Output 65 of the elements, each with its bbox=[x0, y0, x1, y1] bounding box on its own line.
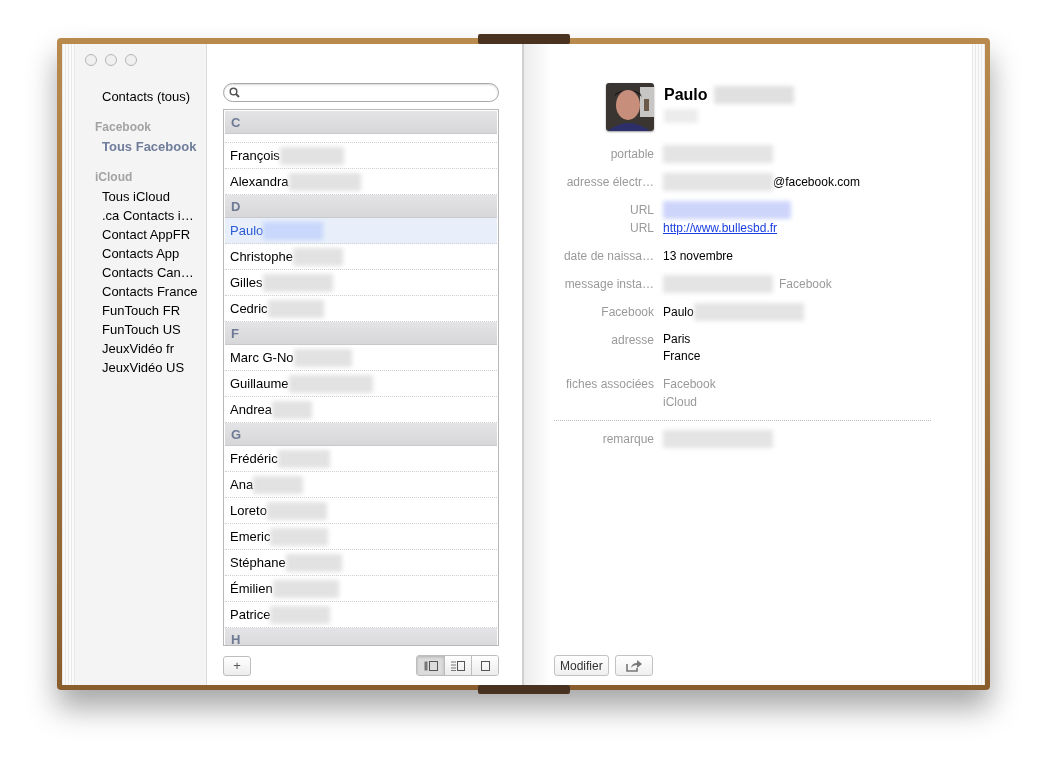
field-value: France bbox=[663, 348, 701, 365]
layout-icon bbox=[478, 660, 492, 671]
view-mode-button[interactable] bbox=[471, 656, 498, 675]
blurred-text bbox=[253, 475, 304, 494]
field-value: Facebook bbox=[663, 376, 716, 393]
sidebar-item[interactable]: Contacts App bbox=[75, 244, 206, 263]
view-mode-button[interactable] bbox=[444, 656, 471, 675]
sidebar-item[interactable]: Contacts France bbox=[75, 282, 206, 301]
blurred-text bbox=[262, 273, 333, 292]
blurred-text bbox=[263, 221, 324, 240]
blurred-text bbox=[292, 247, 343, 266]
blurred-text bbox=[270, 527, 329, 546]
section-header: G bbox=[225, 423, 497, 446]
add-button[interactable]: + bbox=[223, 655, 251, 676]
field-label: Facebook bbox=[600, 304, 654, 321]
blurred-text bbox=[279, 146, 344, 165]
sidebar-item[interactable]: Contact AppFR bbox=[75, 225, 206, 244]
sidebar-item[interactable]: Tous iCloud bbox=[75, 187, 206, 206]
field-label: message insta… bbox=[563, 276, 654, 293]
share-button[interactable] bbox=[614, 655, 653, 676]
edit-button[interactable]: Modifier bbox=[554, 655, 609, 676]
sidebar-item[interactable]: Tous Facebook bbox=[75, 137, 206, 156]
blurred-text bbox=[267, 299, 324, 318]
sidebar-heading: Facebook bbox=[94, 119, 152, 136]
sidebar-item[interactable]: Contacts (tous) bbox=[75, 87, 206, 106]
sidebar-item[interactable]: .ca Contacts i… bbox=[75, 206, 206, 225]
contact-name: Paulo bbox=[664, 85, 708, 105]
blurred-text bbox=[270, 605, 331, 624]
field-label: fiches associées bbox=[564, 376, 654, 393]
blurred-text bbox=[271, 400, 312, 419]
field-label: adresse bbox=[610, 332, 654, 349]
field-label: portable bbox=[609, 146, 654, 163]
sidebar-item[interactable]: FunTouch FR bbox=[75, 301, 206, 320]
blurred-text bbox=[277, 449, 330, 468]
blurred-text bbox=[272, 579, 339, 598]
section-header: C bbox=[225, 111, 497, 134]
contact-row[interactable]: Paulo bbox=[225, 218, 497, 244]
field-label: URL bbox=[629, 202, 654, 219]
sidebar-item[interactable]: Contacts Can… bbox=[75, 263, 206, 282]
sidebar-heading: iCloud bbox=[94, 169, 134, 186]
search-icon bbox=[229, 87, 240, 98]
field-value: 13 novembre bbox=[663, 248, 734, 265]
blurred-text bbox=[285, 553, 342, 572]
layout-icon bbox=[451, 660, 465, 671]
field-value: iCloud bbox=[663, 394, 699, 411]
field-value: Paris bbox=[663, 331, 692, 348]
layout-icon bbox=[423, 660, 438, 671]
section-header: H bbox=[225, 628, 497, 645]
field-label: URL bbox=[629, 220, 654, 237]
field-label: remarque bbox=[601, 431, 654, 448]
blurred-text bbox=[266, 501, 327, 520]
sidebar-item[interactable]: FunTouch US bbox=[75, 320, 206, 339]
view-mode-button[interactable] bbox=[417, 656, 444, 675]
field-value: Paulo bbox=[663, 304, 694, 321]
share-icon bbox=[625, 659, 642, 672]
url-link[interactable]: http://www.bullesbd.fr bbox=[663, 219, 778, 237]
section-header: F bbox=[225, 322, 497, 345]
field-label: date de naissa… bbox=[562, 248, 654, 265]
sidebar-item[interactable]: JeuxVidéo fr bbox=[75, 339, 206, 358]
section-header: D bbox=[225, 195, 497, 218]
sidebar-item[interactable]: JeuxVidéo US bbox=[75, 358, 206, 377]
field-value: Facebook bbox=[779, 276, 832, 293]
blurred-text bbox=[293, 348, 352, 367]
field-value: @facebook.com bbox=[773, 174, 860, 191]
field-label: adresse électr… bbox=[565, 174, 654, 191]
